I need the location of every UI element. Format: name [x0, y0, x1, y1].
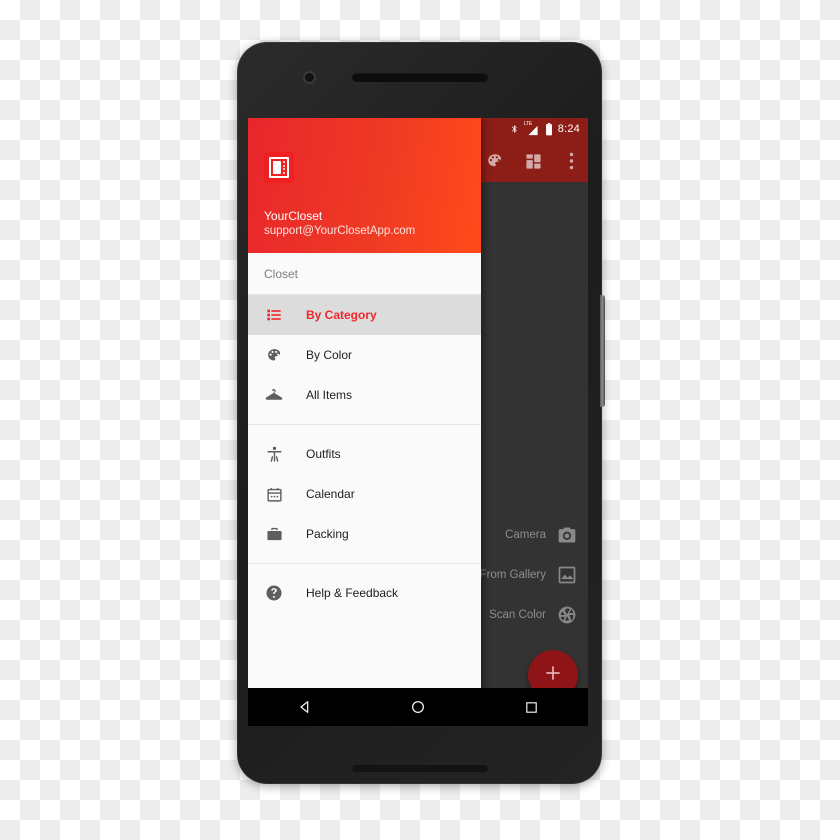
front-camera-icon: [303, 71, 316, 84]
plus-icon: [543, 663, 563, 688]
suitcase-icon: [264, 524, 284, 544]
sidebar-item-by-color[interactable]: By Color: [248, 335, 481, 375]
sidebar-item-label: By Category: [306, 308, 377, 322]
drawer-section-label: Closet: [248, 253, 481, 295]
help-circle-icon: [264, 583, 284, 603]
speed-dial-actions: Camera From Gallery Scan Color: [480, 524, 578, 626]
palette-icon[interactable]: [484, 150, 506, 172]
status-bar-clock: 8:24: [557, 123, 580, 135]
battery-icon: [545, 122, 553, 136]
sidebar-item-label: Help & Feedback: [306, 586, 399, 600]
sidebar-item-all-items[interactable]: All Items: [248, 375, 481, 415]
speed-dial-action-scan-color[interactable]: Scan Color: [480, 604, 578, 626]
earpiece-speaker: [352, 73, 488, 82]
bluetooth-icon: [510, 123, 519, 135]
drawer-divider-2: [248, 563, 481, 564]
bottom-speaker-slot: [352, 765, 488, 772]
palette-icon: [264, 345, 284, 365]
sidebar-item-label: Calendar: [306, 487, 355, 501]
sidebar-item-by-category[interactable]: By Category: [248, 295, 481, 335]
recents-square-icon[interactable]: [520, 696, 542, 718]
home-circle-icon[interactable]: [407, 696, 429, 718]
screenshot-stage: LTE 8:24 Camera From Gallery Scan Color …: [0, 0, 840, 840]
app-logo-icon: [264, 152, 294, 183]
speed-dial-label: Camera: [505, 529, 546, 541]
overflow-menu-icon[interactable]: [560, 150, 582, 172]
sidebar-item-label: By Color: [306, 348, 353, 362]
sidebar-item-label: Packing: [306, 527, 349, 541]
person-icon: [264, 444, 284, 464]
sidebar-item-label: All Items: [306, 388, 353, 402]
hanger-icon: [264, 385, 284, 405]
speed-dial-label: Scan Color: [489, 609, 546, 621]
navigation-drawer: YourCloset support@YourClosetApp.com Clo…: [248, 118, 481, 722]
sidebar-item-outfits[interactable]: Outfits: [248, 434, 481, 474]
drawer-divider-1: [248, 424, 481, 425]
camera-icon[interactable]: [556, 524, 578, 546]
sidebar-item-help-feedback[interactable]: Help & Feedback: [248, 573, 481, 613]
gallery-icon[interactable]: [556, 564, 578, 586]
sidebar-item-packing[interactable]: Packing: [248, 514, 481, 554]
account-email: support@YourClosetApp.com: [264, 225, 416, 237]
aperture-icon[interactable]: [556, 604, 578, 626]
back-triangle-icon[interactable]: [294, 696, 316, 718]
grid-view-icon[interactable]: [522, 150, 544, 172]
account-name: YourCloset: [264, 209, 323, 223]
calendar-icon: [264, 484, 284, 504]
speed-dial-action-camera[interactable]: Camera: [480, 524, 578, 546]
power-button[interactable]: [600, 295, 605, 407]
android-navigation-bar: [248, 688, 588, 726]
drawer-header: YourCloset support@YourClosetApp.com: [248, 118, 481, 253]
speed-dial-action-gallery[interactable]: From Gallery: [480, 564, 578, 586]
lte-signal-icon: LTE: [524, 121, 540, 136]
sidebar-item-calendar[interactable]: Calendar: [248, 474, 481, 514]
list-icon: [264, 305, 284, 325]
sidebar-item-label: Outfits: [306, 447, 341, 461]
phone-screen: LTE 8:24 Camera From Gallery Scan Color …: [248, 118, 588, 722]
speed-dial-label: From Gallery: [479, 569, 546, 581]
